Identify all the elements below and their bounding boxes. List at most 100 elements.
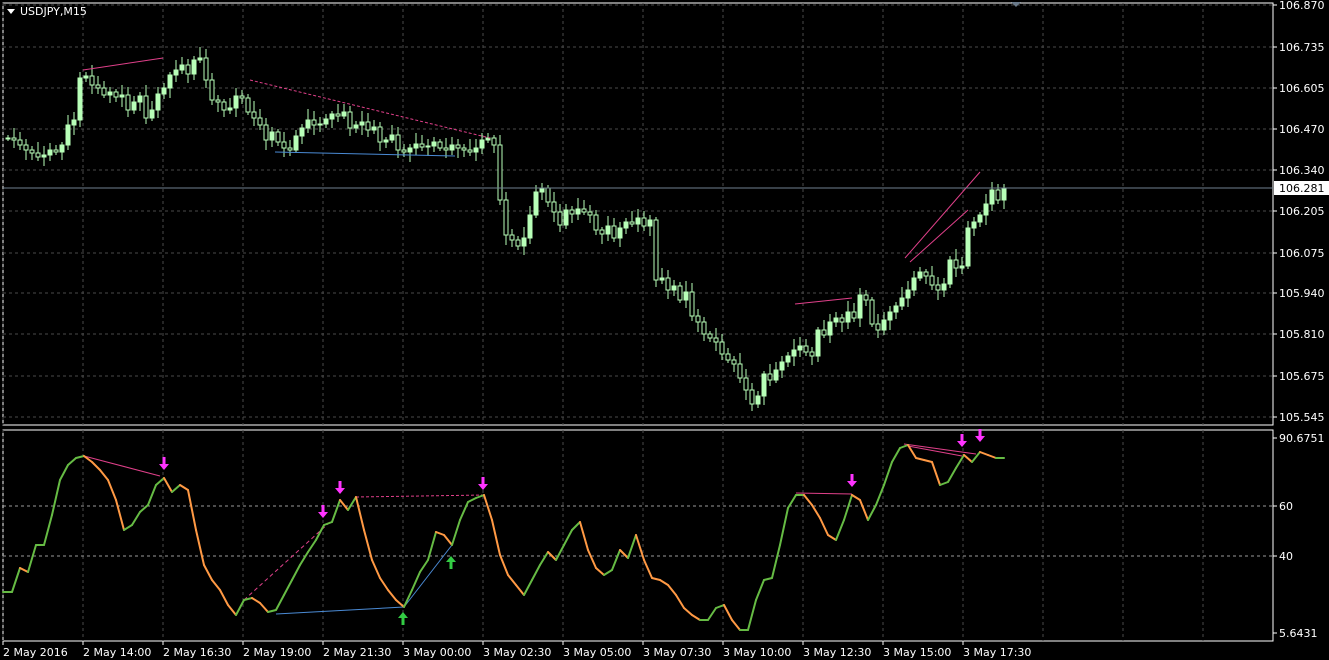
candle-body (149, 109, 155, 119)
price-tick-label: 106.075 (1279, 247, 1325, 260)
candle-body (233, 95, 239, 109)
candle-body (65, 124, 71, 146)
candle-body (797, 345, 803, 351)
candle-body (299, 127, 305, 137)
candle-body (947, 259, 953, 285)
time-tick-label: 3 May 02:30 (483, 646, 551, 659)
time-tick-label: 3 May 05:00 (563, 646, 631, 659)
candle-body (725, 353, 731, 361)
candle-body (695, 315, 701, 323)
candle-body (755, 395, 761, 405)
candle-body (587, 211, 593, 216)
candle-body (407, 147, 413, 153)
candle-body (929, 275, 935, 286)
candle-body (401, 149, 407, 153)
candle-body (347, 111, 353, 129)
time-tick-label: 2 May 19:00 (243, 646, 311, 659)
candle-body (371, 126, 377, 131)
candle-body (677, 285, 683, 301)
candle-body (503, 199, 509, 236)
candle-body (881, 319, 887, 331)
price-tick-label: 106.470 (1279, 123, 1325, 136)
candle-body (437, 141, 443, 149)
price-tick-label: 105.545 (1279, 411, 1325, 424)
candle-body (335, 113, 341, 117)
time-tick-label: 2 May 16:30 (163, 646, 231, 659)
candle-body (623, 221, 629, 229)
candle-body (239, 95, 245, 99)
time-tick-label: 2 May 2016 (3, 646, 68, 659)
candle-body (341, 111, 347, 117)
candle-body (155, 93, 161, 111)
candle-body (101, 87, 107, 96)
chart-title: USDJPY,M15 (20, 5, 87, 18)
candle-body (875, 323, 881, 331)
candle-body (809, 351, 815, 357)
current-price-label: 106.281 (1279, 182, 1325, 195)
candle-body (551, 201, 557, 213)
candle-body (461, 147, 467, 151)
candle-body (11, 137, 17, 141)
candle-body (353, 124, 359, 129)
candle-body (389, 134, 395, 141)
candle-body (227, 107, 233, 111)
candle-body (317, 123, 323, 126)
candle-body (179, 64, 185, 71)
candle-body (185, 64, 191, 75)
time-tick-label: 2 May 14:00 (83, 646, 151, 659)
candle-body (215, 99, 221, 103)
candle-body (629, 221, 635, 225)
candle-body (521, 237, 527, 247)
price-tick-label: 105.810 (1279, 328, 1325, 341)
candle-body (377, 126, 383, 143)
oscillator-tick-label: 40 (1279, 550, 1293, 563)
candle-body (707, 333, 713, 339)
candle-body (899, 297, 905, 307)
candle-body (383, 139, 389, 143)
candle-body (491, 137, 497, 146)
candle-body (971, 221, 977, 229)
candle-body (143, 95, 149, 119)
candle-body (443, 147, 449, 151)
candle-body (41, 154, 47, 158)
candle-body (203, 57, 209, 81)
candle-body (791, 349, 797, 357)
oscillator-tick-label: 5.6431 (1279, 627, 1318, 640)
candle-body (593, 214, 599, 231)
candle-body (455, 144, 461, 149)
candle-body (533, 191, 539, 216)
candle-body (701, 321, 707, 335)
candle-body (749, 389, 755, 405)
time-tick-label: 3 May 15:00 (883, 646, 951, 659)
candle-body (83, 75, 89, 79)
candle-body (221, 101, 227, 111)
candle-body (95, 84, 101, 89)
candle-body (425, 145, 431, 148)
candle-body (509, 234, 515, 241)
candle-body (5, 137, 11, 140)
candle-body (17, 139, 23, 146)
candle-body (167, 74, 173, 89)
candle-body (983, 203, 989, 216)
oscillator-tick-label: 90.6751 (1279, 432, 1325, 445)
candle-body (635, 217, 641, 225)
candle-body (665, 277, 671, 291)
candle-body (647, 219, 653, 227)
candle-body (959, 265, 965, 269)
candle-body (989, 189, 995, 205)
chart-window[interactable]: 106.870 106.735 106.605 106.470 106.340 106.2… (0, 0, 1329, 660)
candle-body (359, 121, 365, 126)
candle-body (863, 294, 869, 301)
candle-body (803, 345, 809, 353)
candle-body (527, 214, 533, 239)
candle-body (53, 149, 59, 153)
candle-body (611, 225, 617, 239)
candle-body (821, 329, 827, 336)
candle-body (245, 97, 251, 113)
candle-body (413, 143, 419, 149)
candle-body (575, 208, 581, 215)
candle-body (497, 144, 503, 201)
candle-body (965, 227, 971, 267)
candle-body (941, 283, 947, 291)
candle-body (683, 291, 689, 301)
